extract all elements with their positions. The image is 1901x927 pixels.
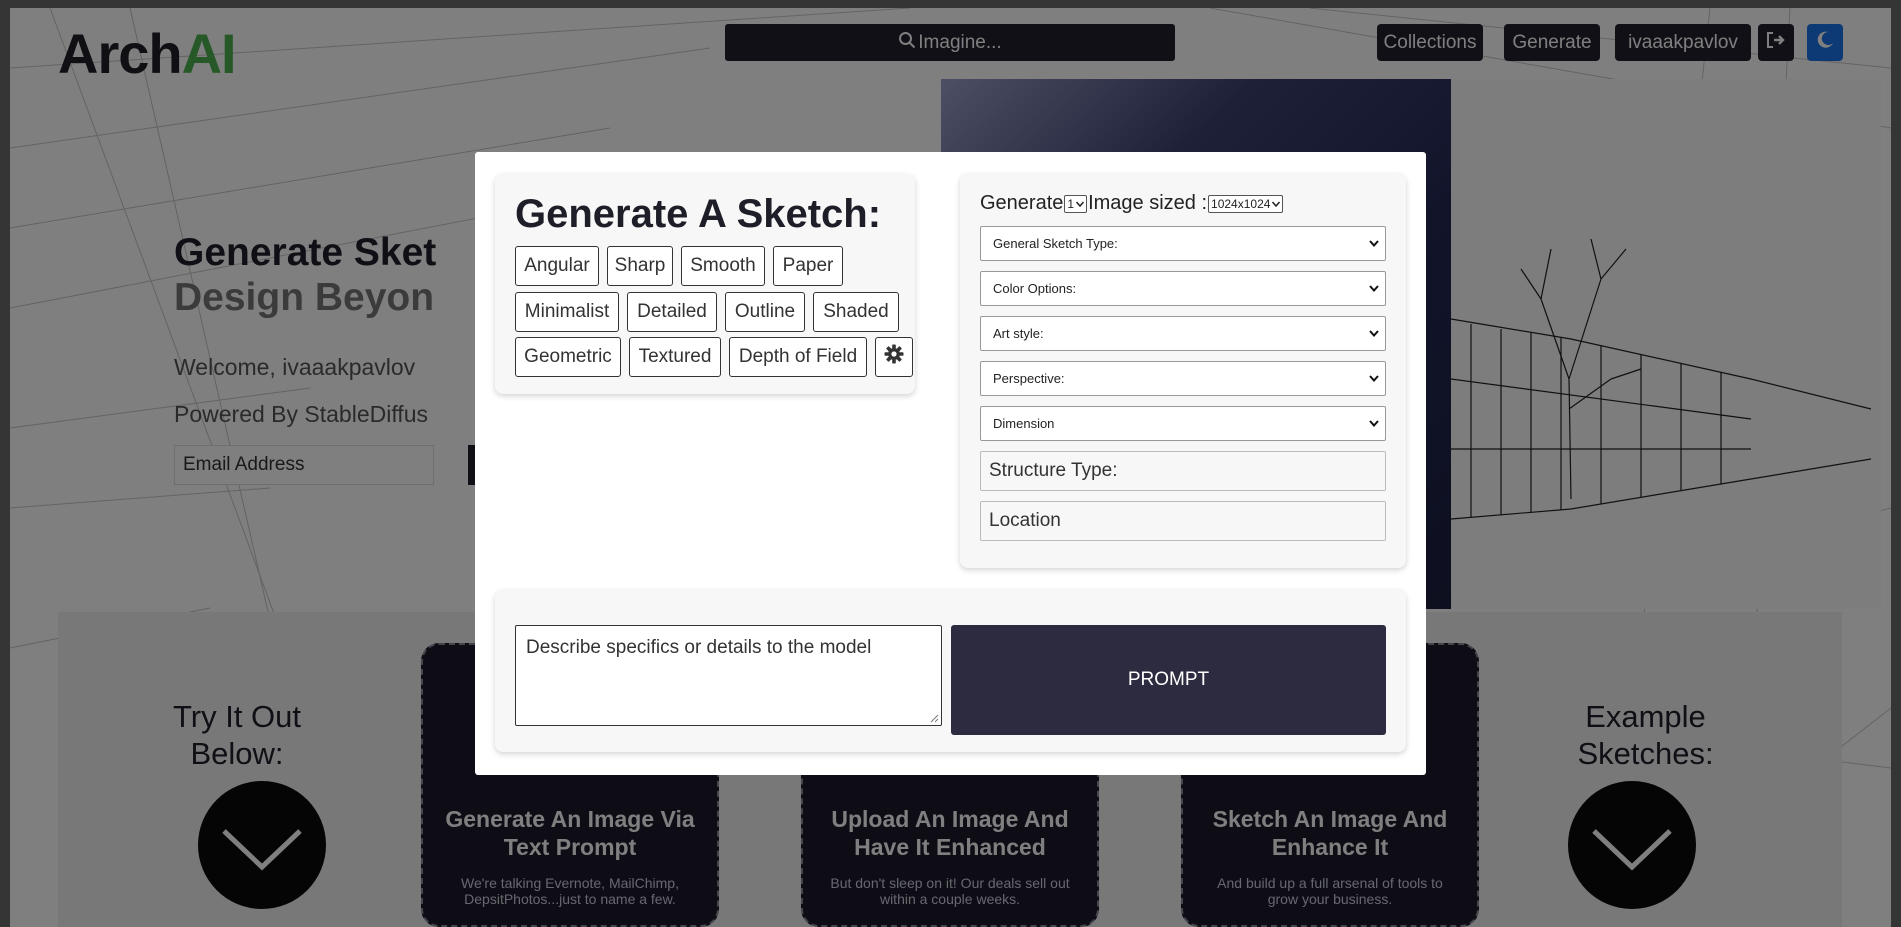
- select-value: Color Options:: [993, 281, 1077, 296]
- select-value: Dimension: [993, 416, 1055, 431]
- modal-title: Generate A Sketch:: [515, 192, 882, 236]
- prompt-textarea[interactable]: Describe specifics or details to the mod…: [515, 625, 942, 726]
- tag-smooth[interactable]: Smooth: [681, 246, 765, 286]
- generate-sketch-modal: Generate A Sketch: Angular Sharp Smooth …: [475, 152, 1426, 775]
- chevron-down-icon: [1076, 201, 1085, 207]
- size-select[interactable]: 1024x1024: [1208, 194, 1284, 213]
- tag-textured[interactable]: Textured: [629, 337, 721, 377]
- settings-button[interactable]: [875, 337, 913, 377]
- tag-sharp[interactable]: Sharp: [607, 246, 673, 286]
- gear-icon: [884, 344, 904, 370]
- location-input[interactable]: Location: [980, 501, 1386, 541]
- resize-handle-icon[interactable]: [930, 714, 939, 723]
- options-panel: Generate 1 Image sized : 1024x1024 Gener…: [960, 174, 1406, 568]
- tag-minimalist[interactable]: Minimalist: [515, 292, 619, 332]
- tag-shaded[interactable]: Shaded: [813, 292, 899, 332]
- generate-count-row: Generate 1 Image sized : 1024x1024: [980, 192, 1284, 215]
- count-value: 1: [1067, 196, 1075, 211]
- chevron-down-icon: [1369, 375, 1379, 382]
- chevron-down-icon: [1272, 201, 1281, 207]
- generate-label: Generate: [980, 192, 1064, 214]
- count-select[interactable]: 1: [1064, 194, 1088, 213]
- tag-angular[interactable]: Angular: [515, 246, 599, 286]
- perspective-select[interactable]: Perspective:: [980, 361, 1386, 396]
- tag-outline[interactable]: Outline: [725, 292, 805, 332]
- tags-panel: Generate A Sketch: Angular Sharp Smooth …: [495, 174, 915, 394]
- prompt-panel: Describe specifics or details to the mod…: [495, 590, 1406, 752]
- tag-geometric[interactable]: Geometric: [515, 337, 621, 377]
- chevron-down-icon: [1369, 420, 1379, 427]
- prompt-placeholder: Describe specifics or details to the mod…: [526, 637, 872, 658]
- tag-depth-of-field[interactable]: Depth of Field: [729, 337, 867, 377]
- chevron-down-icon: [1369, 240, 1379, 247]
- sketch-type-select[interactable]: General Sketch Type:: [980, 226, 1386, 261]
- color-options-select[interactable]: Color Options:: [980, 271, 1386, 306]
- size-label: Image sized :: [1088, 192, 1208, 214]
- select-value: General Sketch Type:: [993, 236, 1118, 251]
- select-value: Perspective:: [993, 371, 1065, 386]
- tag-paper[interactable]: Paper: [773, 246, 843, 286]
- tag-detailed[interactable]: Detailed: [627, 292, 717, 332]
- structure-type-input[interactable]: Structure Type:: [980, 451, 1386, 491]
- chevron-down-icon: [1369, 285, 1379, 292]
- dimension-select[interactable]: Dimension: [980, 406, 1386, 441]
- select-value: Art style:: [993, 326, 1044, 341]
- size-value: 1024x1024: [1211, 196, 1271, 211]
- chevron-down-icon: [1369, 330, 1379, 337]
- prompt-button[interactable]: PROMPT: [951, 625, 1386, 735]
- art-style-select[interactable]: Art style:: [980, 316, 1386, 351]
